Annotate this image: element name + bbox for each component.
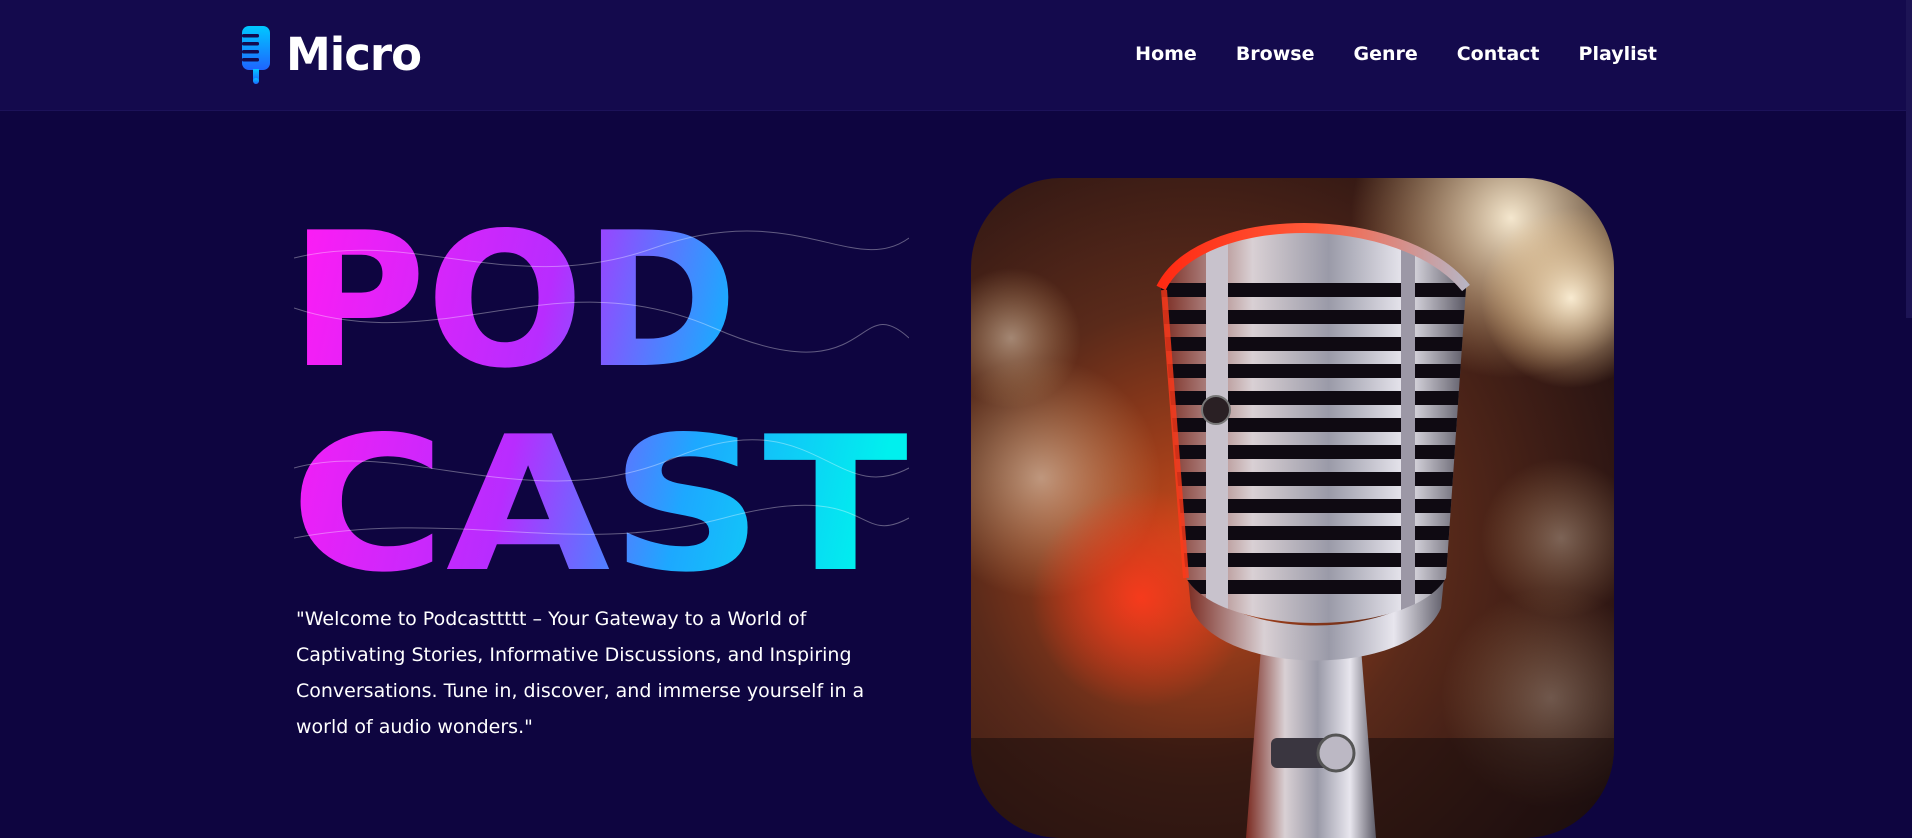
hero-title: POD CAST — [294, 218, 909, 573]
hero-tagline: "Welcome to Podcasttttt – Your Gateway t… — [296, 608, 865, 738]
brand-name: Micro — [286, 27, 422, 81]
nav-link-home[interactable]: Home — [1135, 40, 1197, 68]
hero-title-line-1: POD — [294, 218, 738, 409]
microphone-icon — [242, 26, 270, 84]
nav-link-browse[interactable]: Browse — [1236, 40, 1315, 68]
page-scrollbar[interactable] — [1906, 0, 1912, 318]
brand-logo[interactable]: Micro — [240, 24, 422, 84]
nav-link-genre[interactable]: Genre — [1353, 40, 1417, 68]
nav-link-playlist[interactable]: Playlist — [1579, 40, 1657, 68]
nav-link-contact[interactable]: Contact — [1457, 40, 1540, 68]
hero-microphone-image — [971, 178, 1614, 838]
main-nav: Home Browse Genre Contact Playlist — [1135, 40, 1657, 68]
navbar: Micro Home Browse Genre Contact Playlist — [0, 0, 1912, 111]
hero-title-line-2: CAST — [294, 396, 908, 573]
